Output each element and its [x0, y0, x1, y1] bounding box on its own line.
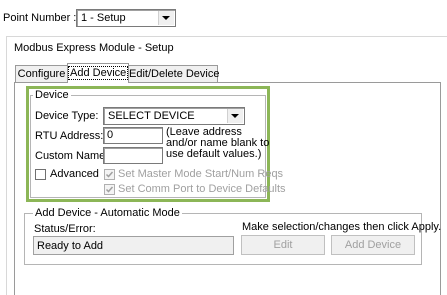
advanced-checkbox[interactable]	[35, 169, 46, 180]
point-number-value: 1 - Setup	[81, 12, 126, 24]
rtu-address-input[interactable]: 0	[103, 127, 163, 144]
custom-name-input[interactable]	[103, 147, 163, 164]
device-type-value: SELECT DEVICE	[108, 110, 195, 122]
status-error-label: Status/Error:	[34, 223, 96, 235]
set-comm-port-label: Set Comm Port to Device Defaults	[118, 183, 286, 195]
tab-add-device-label: Add Device	[68, 66, 129, 80]
auto-mode-legend: Add Device - Automatic Mode	[33, 207, 182, 219]
rtu-address-label: RTU Address:	[35, 130, 104, 142]
device-type-dropdown-button[interactable]	[227, 109, 243, 123]
device-type-label: Device Type:	[35, 110, 99, 122]
device-type-select[interactable]: SELECT DEVICE	[103, 107, 245, 125]
set-master-label: Set Master Mode Start/Num Reqs	[118, 168, 284, 180]
tab-add-device[interactable]: Add Device	[67, 63, 129, 83]
apply-instruction: Make selection/changes then click Apply.	[242, 221, 442, 233]
tab-configure-label: Configure	[17, 68, 66, 80]
status-display: Ready to Add	[33, 236, 234, 255]
tab-configure[interactable]: Configure	[15, 65, 68, 82]
chevron-down-icon	[162, 16, 170, 20]
tab-edit-delete-label: Edit/Delete Device	[129, 68, 220, 80]
custom-name-label: Custom Name:	[35, 150, 109, 162]
set-master-checkbox[interactable]	[104, 169, 115, 180]
checkmark-icon	[105, 186, 114, 193]
set-comm-port-checkbox[interactable]	[104, 184, 115, 195]
status-value: Ready to Add	[37, 240, 104, 252]
checkmark-icon	[105, 171, 114, 178]
hint-line-3: use default values.)	[166, 148, 262, 160]
rtu-address-value: 0	[107, 129, 114, 141]
device-group-legend: Device	[33, 89, 71, 101]
chevron-down-icon	[231, 114, 239, 118]
point-number-label: Point Number :	[3, 12, 77, 24]
edit-button[interactable]: Edit	[241, 235, 325, 255]
point-number-select[interactable]: 1 - Setup	[76, 9, 176, 27]
point-number-dropdown-button[interactable]	[158, 11, 174, 25]
advanced-label: Advanced	[50, 168, 99, 180]
add-device-button[interactable]: Add Device	[331, 235, 415, 255]
tab-edit-delete-device[interactable]: Edit/Delete Device	[128, 65, 220, 82]
module-title: Modbus Express Module - Setup	[14, 42, 174, 54]
